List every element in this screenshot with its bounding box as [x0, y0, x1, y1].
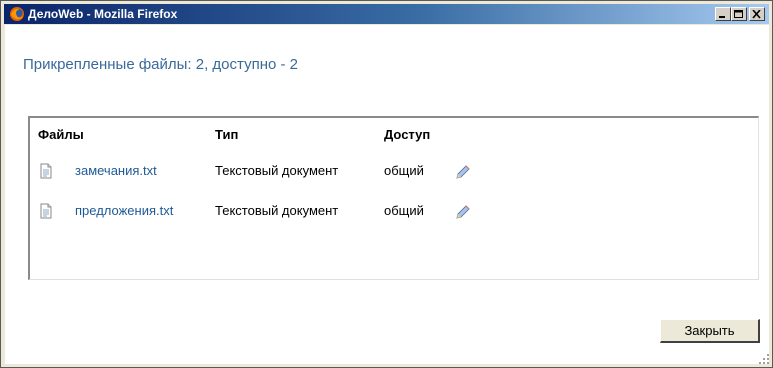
maximize-icon: [734, 10, 743, 18]
pencil-icon[interactable]: [454, 163, 472, 181]
title-bar[interactable]: ДелоWeb - Mozilla Firefox: [4, 4, 769, 24]
resize-grip-icon[interactable]: [758, 353, 770, 365]
files-table: Файлы Тип Доступ замечания.txt Текстовый…: [28, 116, 759, 280]
column-header-access: Доступ: [384, 127, 431, 142]
file-link[interactable]: замечания.txt: [75, 163, 157, 178]
file-link[interactable]: предложения.txt: [75, 203, 173, 218]
file-type: Текстовый документ: [215, 203, 339, 218]
table-row: предложения.txt Текстовый документ общий: [30, 201, 758, 223]
close-window-button[interactable]: [749, 7, 765, 21]
attached-files-heading: Прикрепленные файлы: 2, доступно - 2: [23, 56, 298, 73]
maximize-button[interactable]: [731, 7, 747, 21]
file-access: общий: [384, 203, 424, 218]
file-type: Текстовый документ: [215, 163, 339, 178]
column-header-type: Тип: [215, 127, 239, 142]
firefox-icon: [10, 7, 24, 21]
minimize-button[interactable]: [715, 7, 731, 21]
file-access: общий: [384, 163, 424, 178]
table-row: замечания.txt Текстовый документ общий: [30, 161, 758, 183]
window-title: ДелоWeb - Mozilla Firefox: [28, 7, 178, 21]
pencil-icon[interactable]: [454, 203, 472, 221]
minimize-icon: [719, 16, 725, 18]
browser-window: ДелоWeb - Mozilla Firefox Прикрепленные …: [0, 0, 773, 368]
text-file-icon: [40, 203, 52, 219]
close-icon: [752, 10, 761, 19]
text-file-icon: [40, 163, 52, 179]
close-button[interactable]: Закрыть: [660, 319, 760, 343]
column-header-files: Файлы: [38, 127, 84, 142]
